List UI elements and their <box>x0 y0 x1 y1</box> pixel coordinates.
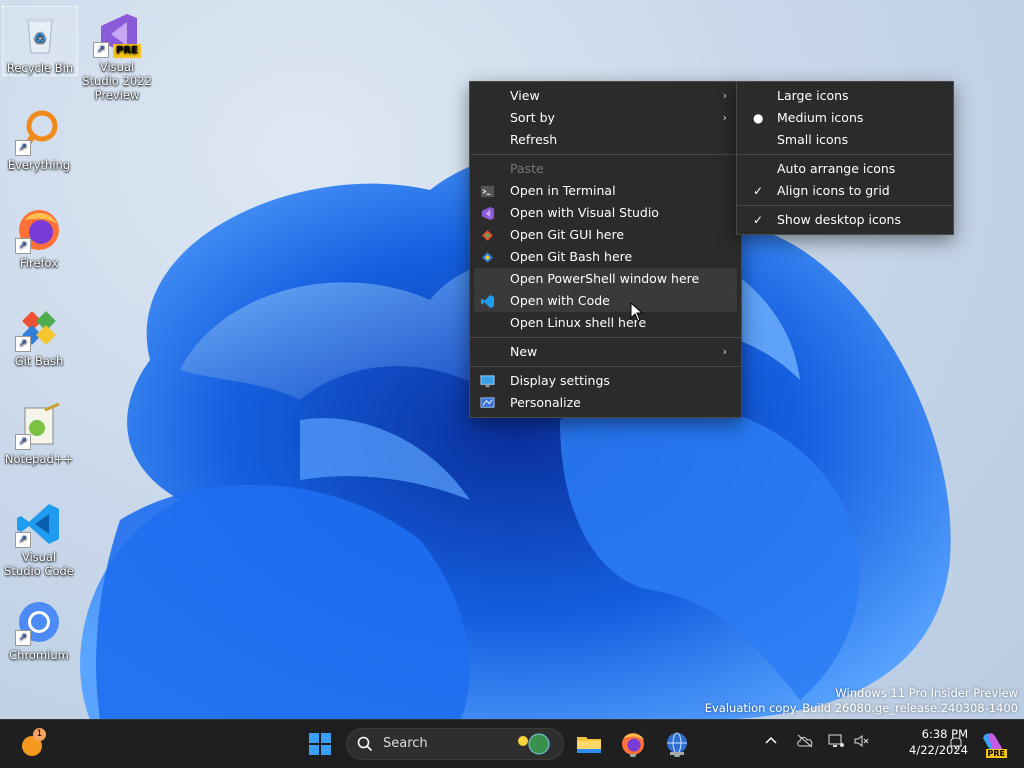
menu-item-personalize[interactable]: Personalize <box>474 392 737 414</box>
desktop-icon-visual-studio-preview[interactable]: ↗ PRE Visual Studio 2022 Preview <box>80 6 154 102</box>
terminal-icon <box>480 185 495 198</box>
checkmark-icon: ✓ <box>753 213 764 227</box>
taskbar: 1 Search 6:38 PM 4/22/2024 PRE <box>0 719 1024 768</box>
shortcut-arrow-icon: ↗ <box>15 434 31 450</box>
menu-item-view[interactable]: View › <box>474 85 737 107</box>
menu-item-open-with-code[interactable]: Open with Code <box>474 290 737 312</box>
svg-text:♻: ♻ <box>34 31 47 47</box>
chromium-icon: ↗ <box>15 598 63 646</box>
mouse-cursor-icon <box>630 302 644 322</box>
search-icon <box>357 736 373 752</box>
menu-item-new[interactable]: New › <box>474 341 737 363</box>
widgets-button[interactable]: 1 <box>17 728 49 760</box>
chevron-right-icon: › <box>722 111 727 124</box>
shortcut-arrow-icon: ↗ <box>93 42 109 58</box>
shortcut-arrow-icon: ↗ <box>15 238 31 254</box>
menu-item-open-git-bash[interactable]: Open Git Bash here <box>474 246 737 268</box>
checkmark-icon: ✓ <box>753 184 764 198</box>
preview-badge: PRE <box>113 44 141 58</box>
desktop-icon-git-bash[interactable]: ↗ Git Bash <box>2 300 76 368</box>
vscode-icon: ↗ <box>15 500 63 548</box>
menu-separator <box>737 205 953 206</box>
search-label: Search <box>383 736 428 751</box>
os-watermark: Windows 11 Pro Insider Preview Evaluatio… <box>704 686 1018 715</box>
menu-item-open-powershell[interactable]: Open PowerShell window here <box>474 268 737 290</box>
menu-item-open-in-terminal[interactable]: Open in Terminal <box>474 180 737 202</box>
notifications-button[interactable] <box>948 734 964 753</box>
git-gui-icon <box>482 230 493 241</box>
taskbar-firefox[interactable] <box>617 728 649 760</box>
vscode-icon <box>480 294 495 309</box>
volume-tray-icon-button[interactable] <box>854 734 870 751</box>
shortcut-arrow-icon: ↗ <box>15 532 31 548</box>
menu-separator <box>470 154 741 155</box>
notepad-plus-plus-icon: ↗ <box>15 402 63 450</box>
taskbar-network-app[interactable] <box>661 728 693 760</box>
visual-studio-preview-icon: ↗ PRE <box>93 10 141 58</box>
shortcut-arrow-icon: ↗ <box>15 336 31 352</box>
submenu-item-align-to-grid[interactable]: ✓ Align icons to grid <box>741 180 949 202</box>
file-explorer-icon <box>577 737 601 753</box>
volume-muted-icon <box>854 735 869 747</box>
windows-logo-icon <box>309 733 331 755</box>
menu-separator <box>470 337 741 338</box>
desktop-icon-firefox[interactable]: ↗ Firefox <box>2 202 76 270</box>
desktop-icon-vscode[interactable]: ↗ Visual Studio Code <box>2 496 76 578</box>
menu-separator <box>737 154 953 155</box>
notification-count-badge: 1 <box>33 728 46 741</box>
menu-item-open-git-gui[interactable]: Open Git GUI here <box>474 224 737 246</box>
submenu-item-medium-icons[interactable]: ● Medium icons <box>741 107 949 129</box>
copilot-button[interactable]: PRE <box>977 728 1009 760</box>
cloud-offline-icon <box>797 734 813 748</box>
chevron-right-icon: › <box>722 345 727 358</box>
bell-icon <box>950 737 962 750</box>
desktop-icon-recycle-bin[interactable]: ♻ Recycle Bin <box>2 6 78 76</box>
visual-studio-icon <box>481 206 495 221</box>
submenu-item-large-icons[interactable]: Large icons <box>741 85 949 107</box>
menu-item-sort-by[interactable]: Sort by › <box>474 107 737 129</box>
everything-search-icon: ↗ <box>15 108 63 156</box>
running-indicator <box>674 754 680 757</box>
menu-separator <box>470 366 741 367</box>
taskbar-search-box[interactable]: Search <box>346 728 564 760</box>
menu-item-display-settings[interactable]: Display settings <box>474 370 737 392</box>
menu-item-paste[interactable]: Paste <box>474 158 737 180</box>
firefox-icon: ↗ <box>15 206 63 254</box>
menu-item-refresh[interactable]: Refresh <box>474 129 737 151</box>
desktop-icon-everything[interactable]: ↗ Everything <box>2 104 76 172</box>
git-bash-icon <box>482 252 493 263</box>
chevron-right-icon: › <box>722 89 727 102</box>
desktop-icon-chromium[interactable]: ↗ Chromium <box>2 594 76 662</box>
personalize-icon <box>480 397 495 408</box>
shortcut-arrow-icon: ↗ <box>15 140 31 156</box>
display-settings-icon <box>480 375 495 388</box>
git-bash-icon: ↗ <box>15 304 63 352</box>
radio-dot-icon: ● <box>753 111 764 125</box>
menu-item-open-with-visual-studio[interactable]: Open with Visual Studio <box>474 202 737 224</box>
submenu-item-show-desktop-icons[interactable]: ✓ Show desktop icons <box>741 209 949 231</box>
running-indicator <box>630 754 636 757</box>
taskbar-file-explorer[interactable] <box>573 728 605 760</box>
recycle-bin-icon: ♻ <box>16 11 64 59</box>
submenu-item-auto-arrange[interactable]: Auto arrange icons <box>741 158 949 180</box>
chevron-up-icon <box>765 736 777 744</box>
onedrive-tray-icon-button[interactable] <box>796 734 814 751</box>
desktop-icon-notepad-plus-plus[interactable]: ↗ Notepad++ <box>2 398 76 466</box>
menu-item-open-linux-shell[interactable]: Open Linux shell here <box>474 312 737 334</box>
network-tray-icon-button[interactable] <box>828 734 844 751</box>
monitor-network-icon <box>828 734 844 747</box>
start-button[interactable] <box>304 728 336 760</box>
show-hidden-icons-chevron[interactable] <box>764 734 778 751</box>
view-submenu: Large icons ● Medium icons Small icons Au… <box>736 81 954 235</box>
shortcut-arrow-icon: ↗ <box>15 630 31 646</box>
search-highlight-globe-icon <box>518 733 550 755</box>
copilot-preview-badge: PRE <box>985 749 1007 758</box>
submenu-item-small-icons[interactable]: Small icons <box>741 129 949 151</box>
desktop-context-menu: View › Sort by › Refresh Paste Open in Ter… <box>469 81 742 418</box>
